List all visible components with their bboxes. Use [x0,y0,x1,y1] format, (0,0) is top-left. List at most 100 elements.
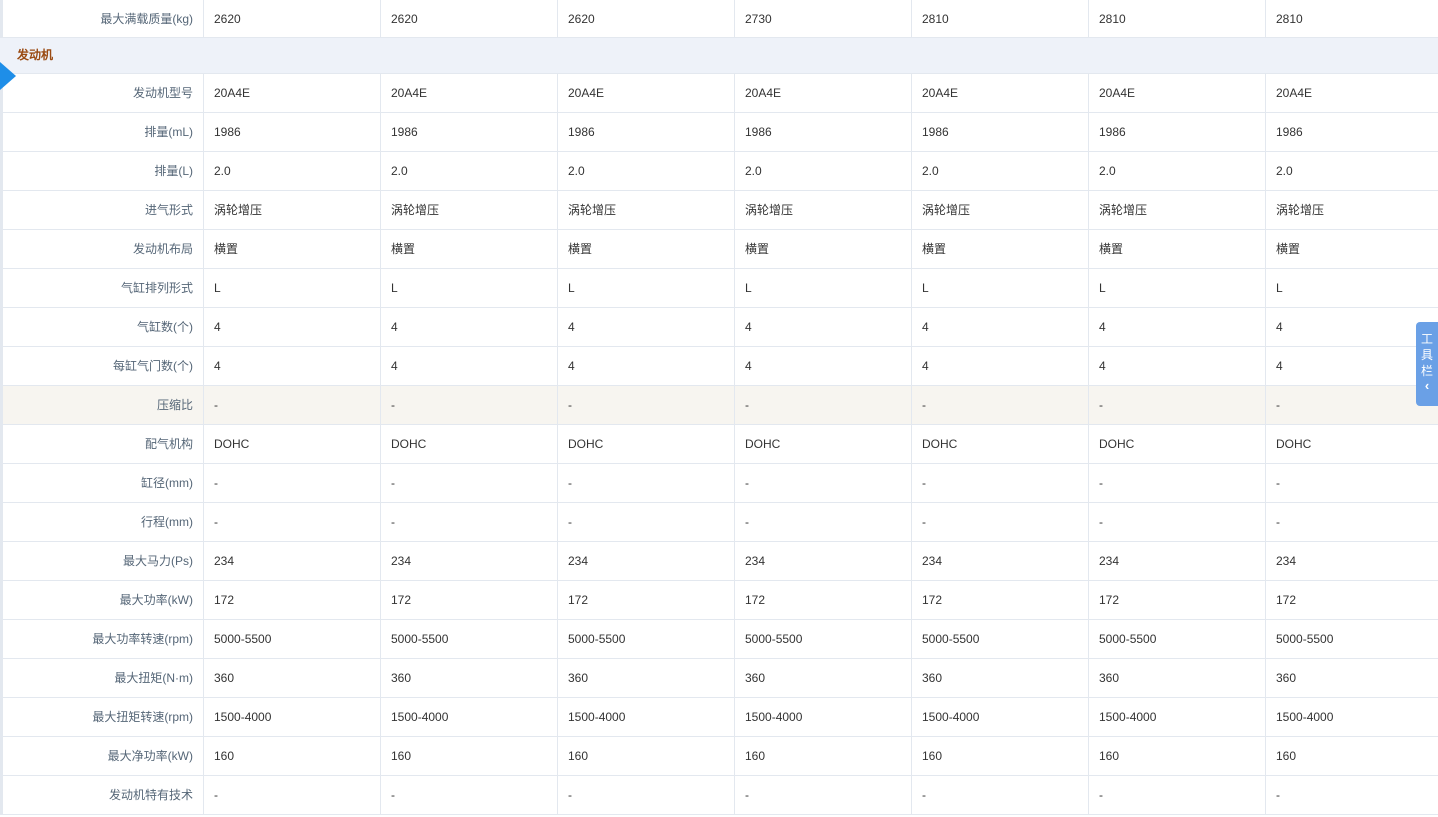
table-cell: 2.0 [912,152,1089,190]
table-cell: - [1089,776,1266,814]
table-cell: 2620 [381,0,558,37]
table-cell: DOHC [1276,437,1312,451]
section-title: 发动机 [17,48,54,62]
table-cell: 2.0 [1276,164,1293,178]
table-cell: 234 [735,542,912,580]
row-label: 配气机构 [0,425,204,463]
table-cell: 1986 [1089,113,1266,151]
table-cell: L [204,269,381,307]
row-label: 最大扭矩转速(rpm) [0,698,204,736]
table-cell: 1500-4000 [381,698,558,736]
table-cell: 4 [204,347,381,385]
table-cell: 1500-4000 [558,698,735,736]
table-cell: 横置 [1089,230,1266,268]
table-cell: 234 [558,542,735,580]
table-cell: 2.0 [735,152,912,190]
table-cell: 234 [1089,542,1266,580]
table-cell: - [558,464,735,502]
table-cell: - [558,776,735,814]
table-cell: 360 [381,659,558,697]
table-cell: 横置 [1276,242,1301,256]
table-cell: 20A4E [558,74,735,112]
row-label: 发动机布局 [0,230,204,268]
table-cell: 1500-4000 [204,698,381,736]
table-cell: 20A4E [381,74,558,112]
table-cell: 1986 [204,113,381,151]
table-cell: 160 [1089,737,1266,775]
table-row: 气缸排列形式 L L L L L L L [0,269,1438,308]
section-header-engine: 发动机 [0,38,1438,90]
table-row: 最大功率(kW) 172 172 172 172 172 172 172 [0,581,1438,620]
table-cell: 360 [1089,659,1266,697]
table-cell: 160 [381,737,558,775]
toolbar-char: 工 [1420,332,1433,346]
table-cell: 20A4E [735,74,912,112]
row-label: 最大功率(kW) [0,581,204,619]
engine-spec-rows: 发动机型号 20A4E 20A4E 20A4E 20A4E 20A4E 20A4E 20A4E… [0,74,1438,815]
row-label: 最大功率转速(rpm) [0,620,204,658]
toolbar-tab[interactable]: 工 具 栏 ‹ [1416,322,1438,406]
table-cell: - [735,464,912,502]
row-label: 每缸气门数(个) [0,347,204,385]
table-row: 排量(mL) 1986 1986 1986 1986 1986 1986 1986 [0,113,1438,152]
table-cell: L [735,269,912,307]
table-cell: 4 [381,347,558,385]
table-cell: - [381,386,558,424]
table-row: 进气形式 涡轮增压 涡轮增压 涡轮增压 涡轮增压 涡轮增压 涡轮增压 涡轮增压 [0,191,1438,230]
table-row: 配气机构 DOHC DOHC DOHC DOHC DOHC DOHC DOHC [0,425,1438,464]
table-cell: - [204,503,381,541]
table-cell: 5000-5500 [204,620,381,658]
table-cell: - [381,776,558,814]
table-cell: 2.0 [204,152,381,190]
table-cell: 涡轮增压 [558,191,735,229]
table-cell: 5000-5500 [735,620,912,658]
table-cell: 5000-5500 [1089,620,1266,658]
table-cell: 234 [1276,554,1297,568]
table-cell: - [1276,515,1280,529]
table-cell: - [1089,464,1266,502]
table-cell: 4 [1276,359,1283,373]
table-cell: 4 [912,308,1089,346]
table-row: 每缸气门数(个) 4 4 4 4 4 4 4 [0,347,1438,386]
table-cell: DOHC [912,425,1089,463]
table-cell: - [1266,386,1438,424]
table-cell: - [1276,788,1280,802]
chevron-left-icon: ‹ [1424,378,1430,393]
table-row: 排量(L) 2.0 2.0 2.0 2.0 2.0 2.0 2.0 [0,152,1438,191]
table-cell: 4 [735,347,912,385]
table-cell: 360 [558,659,735,697]
row-label: 气缸数(个) [0,308,204,346]
table-cell: L [1089,269,1266,307]
table-cell: 20A4E [1089,74,1266,112]
table-cell: - [381,464,558,502]
table-cell: 160 [558,737,735,775]
row-label: 缸径(mm) [0,464,204,502]
table-cell: - [381,503,558,541]
table-cell: 360 [204,659,381,697]
table-cell: 横置 [204,230,381,268]
table-cell: 1500-4000 [1089,698,1266,736]
row-label: 最大马力(Ps) [0,542,204,580]
table-cell: - [912,776,1089,814]
table-cell: 2.0 [381,152,558,190]
row-label: 发动机型号 [0,74,204,112]
table-cell: 2620 [204,0,381,37]
row-label: 最大扭矩(N·m) [0,659,204,697]
table-cell: DOHC [735,425,912,463]
row-label: 压缩比 [0,386,204,424]
table-cell: 横置 [735,230,912,268]
table-cell: 5000-5500 [912,620,1089,658]
table-cell: 172 [1276,593,1297,607]
table-cell: L [912,269,1089,307]
table-cell: 4 [912,347,1089,385]
table-cell: 20A4E [912,74,1089,112]
table-cell: 172 [558,581,735,619]
table-cell: 172 [1089,581,1266,619]
table-row: 最大净功率(kW) 160 160 160 160 160 160 160 [0,737,1438,776]
table-cell: 2.0 [558,152,735,190]
row-label: 行程(mm) [0,503,204,541]
table-cell: 4 [558,347,735,385]
table-cell: 4 [1089,308,1266,346]
table-cell: - [1089,386,1266,424]
table-cell: 172 [204,581,381,619]
